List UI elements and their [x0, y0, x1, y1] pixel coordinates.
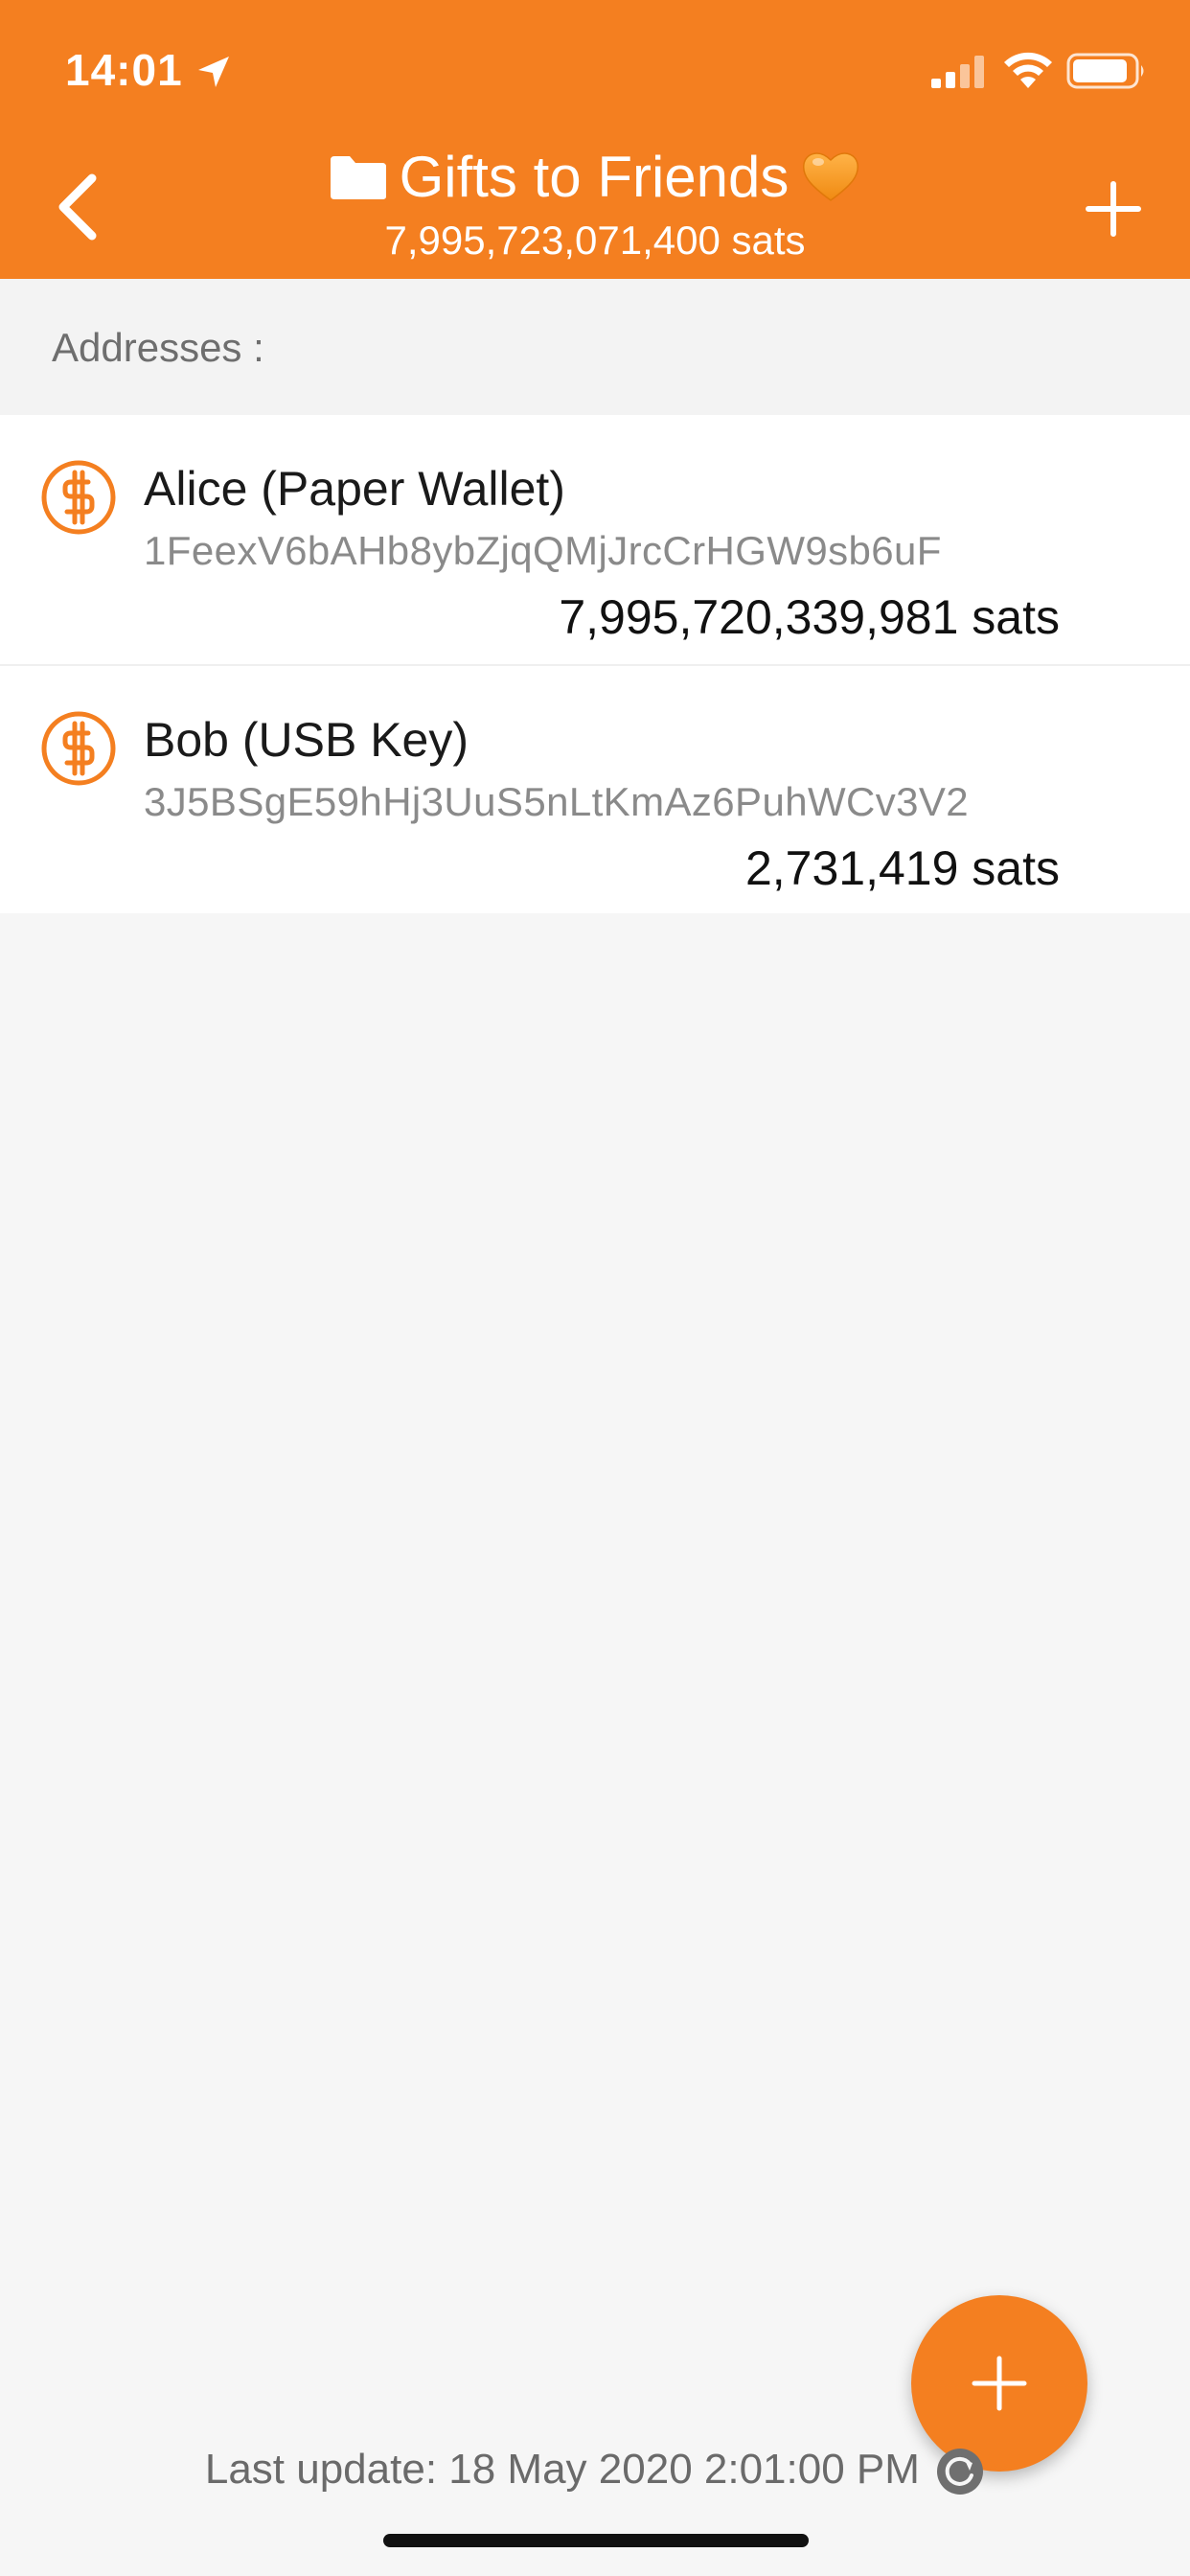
battery-icon: [1066, 53, 1144, 89]
address-name: Alice (Paper Wallet): [144, 462, 565, 516]
folder-icon: [330, 156, 386, 199]
add-button[interactable]: [1083, 178, 1144, 240]
section-label: Addresses :: [52, 325, 264, 370]
home-indicator[interactable]: [383, 2534, 809, 2547]
section-header: Addresses :: [0, 279, 1190, 415]
status-time: 14:01: [65, 45, 183, 95]
address-balance: 7,995,720,339,981 sats: [559, 590, 1060, 644]
orange-heart-icon: [803, 152, 859, 201]
page-title: Gifts to Friends: [0, 141, 1190, 214]
address-hash: 1FeexV6bAHb8ybZjqQMjJrcCrHGW9sb6uF: [144, 528, 942, 573]
location-arrow-icon: [198, 57, 229, 87]
last-update-footer: Last update: 18 May 2020 2:01:00 PM: [0, 2446, 1190, 2496]
total-balance: 7,995,723,071,400 sats: [384, 218, 806, 263]
page-title-text: Gifts to Friends: [399, 145, 790, 209]
address-name: Bob (USB Key): [144, 713, 469, 767]
plus-icon: [972, 2356, 1027, 2411]
refresh-icon[interactable]: [935, 2447, 985, 2496]
list-item[interactable]: Bob (USB Key) 3J5BSgE59hHj3UuS5nLtKmAz6P…: [0, 666, 1190, 913]
navigation-header: 14:01 Gifts to Friends 7,995,723,071,400…: [0, 0, 1190, 279]
list-item[interactable]: Alice (Paper Wallet) 1FeexV6bAHb8ybZjqQM…: [0, 415, 1190, 666]
wifi-icon: [1004, 52, 1052, 88]
cellular-signal-icon: [931, 56, 984, 88]
bitcoin-coin-icon: [41, 460, 116, 535]
last-update-text: Last update: 18 May 2020 2:01:00 PM: [204, 2446, 920, 2493]
bitcoin-coin-icon: [41, 711, 116, 786]
address-hash: 3J5BSgE59hHj3UuS5nLtKmAz6PuhWCv3V2: [144, 779, 970, 824]
address-list: Alice (Paper Wallet) 1FeexV6bAHb8ybZjqQM…: [0, 415, 1190, 913]
address-balance: 2,731,419 sats: [744, 841, 1060, 895]
